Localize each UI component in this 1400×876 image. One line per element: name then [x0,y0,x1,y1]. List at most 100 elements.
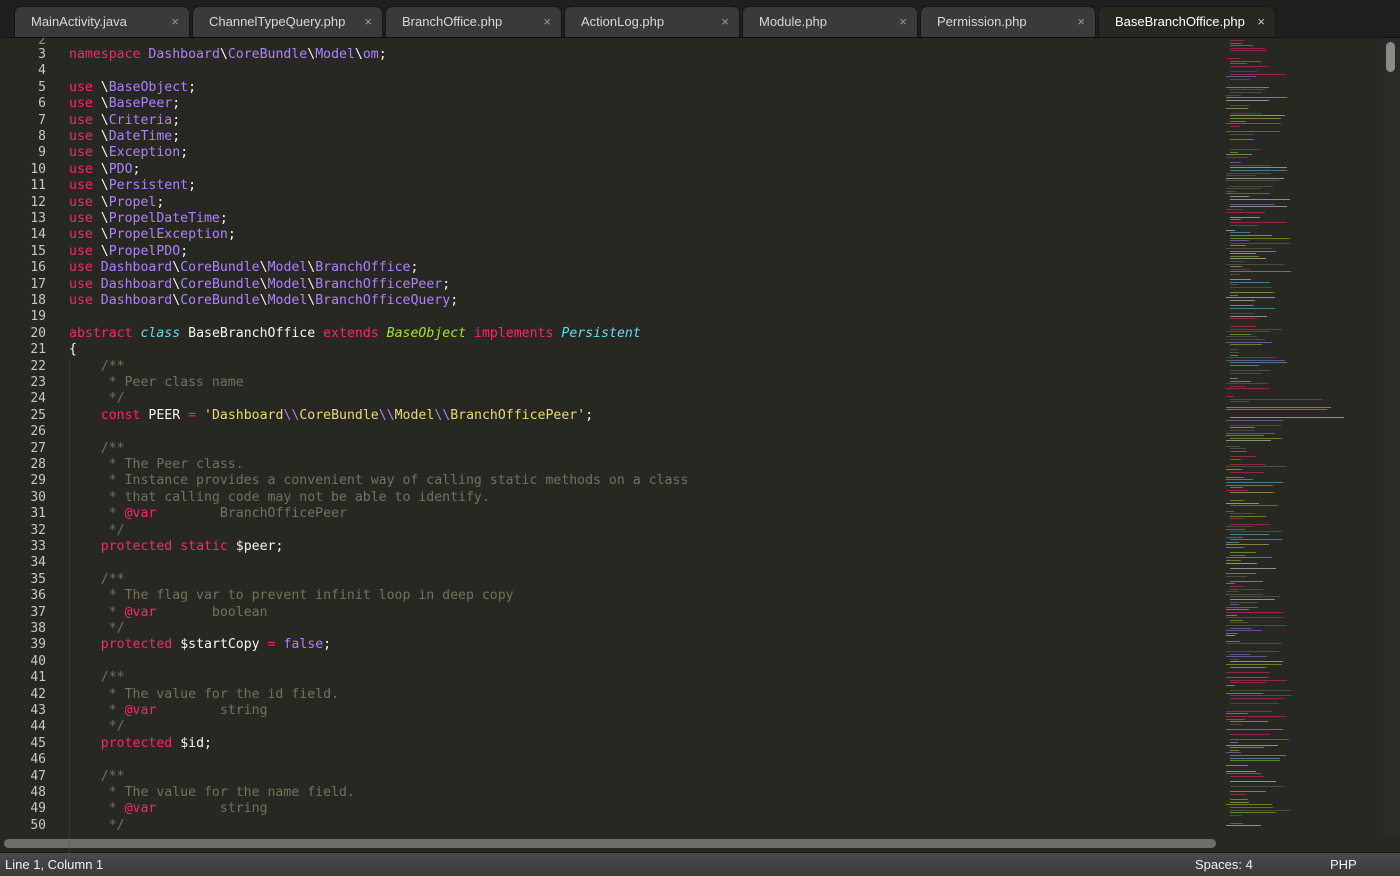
tab-branchoffice-php[interactable]: BranchOffice.php × [385,6,562,37]
minimap-line [1226,336,1257,338]
syntax-mode[interactable]: PHP [1330,853,1357,876]
minimap-line [1230,807,1273,808]
vertical-scrollbar-thumb[interactable] [1386,42,1395,72]
code-token: use [69,194,93,210]
code-token: protected [100,735,173,751]
code-token: boolean [156,604,268,620]
minimap-line [1230,354,1238,356]
tab-mainactivity-java[interactable]: MainActivity.java × [14,6,190,37]
horizontal-scrollbar-thumb[interactable] [4,839,1216,848]
code-line: * @var boolean [69,605,268,621]
code-token: BranchOfficePeer [315,276,443,292]
minimap-line [1230,505,1278,507]
minimap[interactable] [1222,38,1382,835]
code-token: \\ [378,407,395,423]
minimap-line [1230,170,1287,171]
minimap-line [1230,661,1283,663]
minimap-line [1226,383,1268,385]
minimap-line [1230,292,1274,294]
close-icon[interactable]: × [899,7,907,37]
minimap-line [1230,63,1247,65]
minimap-line [1226,609,1249,611]
close-icon[interactable]: × [1077,7,1085,37]
minimap-line [1230,120,1246,122]
code-line: abstract class BaseBranchOffice extends … [69,326,641,342]
code-token: use [69,145,93,161]
minimap-line [1230,307,1275,309]
minimap-line [1230,362,1287,364]
minimap-line [1230,370,1270,372]
minimap-line [1226,419,1283,421]
code-token: namespace [69,47,141,62]
tab-label: ActionLog.php [581,14,665,29]
tab-channeltypequery-php[interactable]: ChannelTypeQuery.php × [192,6,383,37]
code-token: ; [378,47,387,62]
minimap-line [1226,466,1286,468]
minimap-line [1226,541,1239,543]
close-icon[interactable]: × [364,7,372,37]
minimap-line [1230,424,1281,426]
code-line: * The value for the name field. [69,785,355,801]
vertical-scrollbar[interactable] [1382,38,1400,835]
minimap-line [1230,492,1274,494]
close-icon[interactable]: × [543,7,551,37]
minimap-line [1226,560,1241,561]
line-number: 20 [30,325,46,341]
minimap-line [1230,703,1279,704]
code-editor[interactable]: 2 3 4 5 6 7 8 9 10 11 12 13 14 15 16 17 18 19 20 21 22 23 24 25… [0,38,1382,835]
indentation-setting[interactable]: Spaces: 4 [1195,853,1253,876]
tab-module-php[interactable]: Module.php × [742,6,918,37]
line-number: 37 [30,604,46,620]
minimap-line [1230,240,1249,242]
minimap-line [1226,612,1284,613]
minimap-line [1226,752,1241,754]
minimap-line [1230,401,1250,403]
minimap-line [1230,339,1265,340]
code-area[interactable]: namespace Dashboard\CoreBundle\Model\om;… [69,38,1219,835]
minimap-line [1230,781,1276,782]
code-line: * @var BranchOfficePeer [69,506,347,522]
minimap-line [1230,198,1290,200]
tab-basebranchoffice-php[interactable]: BaseBranchOffice.php × [1098,6,1276,37]
code-line: use \PDO; [69,162,141,178]
tab-actionlog-php[interactable]: ActionLog.php × [564,6,740,37]
code-token: use [69,96,93,112]
minimap-line [1230,586,1244,587]
line-number: 8 [38,129,46,144]
line-number: 42 [30,686,46,702]
code-token: 'Dashboard [204,407,284,423]
minimap-line [1226,190,1236,192]
minimap-line [1226,484,1273,486]
cursor-position[interactable]: Line 1, Column 1 [5,853,103,876]
close-icon[interactable]: × [721,7,729,37]
code-line: protected $startCopy = false; [69,637,331,653]
minimap-line [1226,248,1272,249]
tab-permission-php[interactable]: Permission.php × [920,6,1096,37]
minimap-line [1230,112,1262,114]
minimap-line [1226,331,1270,333]
minimap-line [1230,245,1246,247]
close-icon[interactable]: × [1257,7,1265,37]
code-token: BasePeer [108,96,173,112]
minimap-line [1230,328,1282,330]
code-token: \ [172,260,181,276]
code-token: \ [219,47,228,62]
minimap-line [1226,432,1275,434]
minimap-line [1230,679,1287,681]
minimap-line [1230,456,1256,457]
minimap-line [1230,500,1244,502]
indent-guide [69,358,71,867]
horizontal-scrollbar[interactable] [0,835,1400,852]
minimap-line [1230,305,1254,307]
minimap-line [1230,133,1253,135]
minimap-line [1230,757,1280,759]
minimap-line [1226,643,1282,645]
minimap-line [1230,697,1284,699]
minimap-line [1226,825,1261,827]
code-line: const PEER = 'Dashboard\\CoreBundle\\Mod… [69,408,593,424]
close-icon[interactable]: × [171,7,179,37]
code-token: ; [172,129,181,144]
code-line: * that calling code may not be able to i… [69,490,490,506]
minimap-line [1230,487,1243,489]
